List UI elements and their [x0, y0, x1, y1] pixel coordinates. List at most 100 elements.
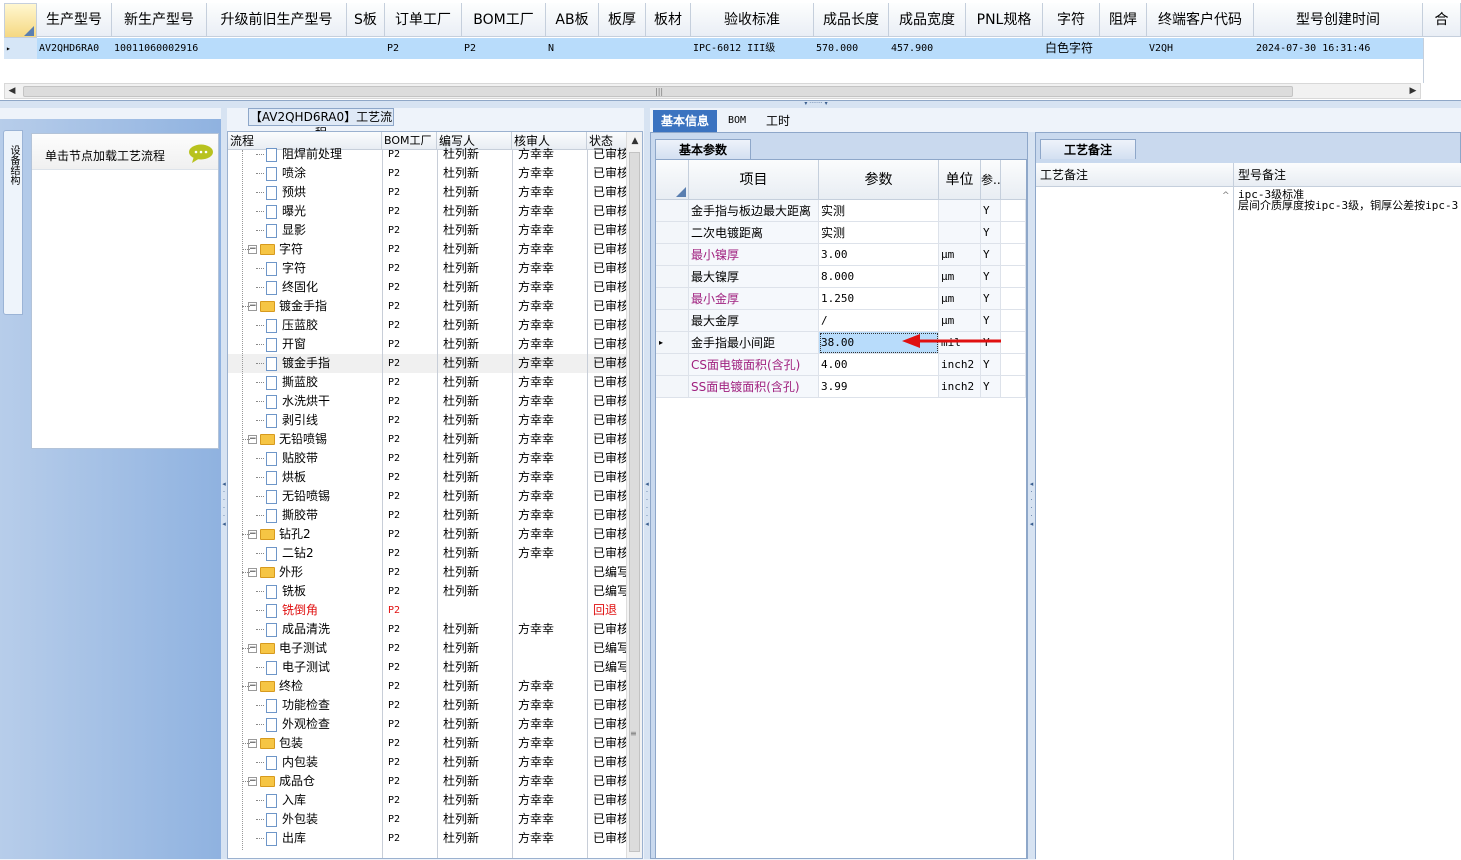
tree-node[interactable]: 电子测试	[266, 658, 380, 677]
tree-node[interactable]: 撕胶带	[266, 506, 380, 525]
tree-cell-status[interactable]: 已审核	[593, 468, 628, 487]
tree-cell-writer[interactable]: 杜列新	[443, 373, 508, 392]
scroll-up-icon[interactable]: ▲	[628, 134, 642, 148]
tree-cell-status[interactable]: 已审核	[593, 240, 628, 259]
tree-step-row[interactable]: 无铅喷锡 P2 杜列新 方幸幸 已审核	[228, 487, 628, 506]
tree-node[interactable]: 铣倒角	[266, 601, 380, 620]
tree-cell-writer[interactable]: 杜列新	[443, 202, 508, 221]
tree-cell-bom[interactable]: P2	[388, 449, 433, 468]
tree-folder-row[interactable]: − 外形 P2 杜列新 已编写	[228, 563, 628, 582]
tree-cell-status[interactable]: 已审核	[593, 430, 628, 449]
tree-node[interactable]: 开窗	[266, 335, 380, 354]
tree-cell-reviewer[interactable]	[518, 563, 583, 582]
notes-scroll-up-icon[interactable]: ^	[1222, 191, 1230, 201]
tree-cell-bom[interactable]: P2	[388, 677, 433, 696]
tree-node[interactable]: 剥引线	[266, 411, 380, 430]
tree-cell-bom[interactable]: P2	[388, 183, 433, 202]
tree-cell-reviewer[interactable]: 方幸幸	[518, 810, 583, 829]
tree-cell-status[interactable]: 已审核	[593, 335, 628, 354]
tree-cell-bom[interactable]: P2	[388, 563, 433, 582]
tree-cell-writer[interactable]: 杜列新	[443, 430, 508, 449]
tree-cell-reviewer[interactable]: 方幸幸	[518, 145, 583, 164]
tree-cell-bom[interactable]: P2	[388, 202, 433, 221]
col-old-model[interactable]: 升级前旧生产型号	[207, 3, 347, 37]
tree-cell-reviewer[interactable]: 方幸幸	[518, 753, 583, 772]
tree-cell-writer[interactable]: 杜列新	[443, 221, 508, 240]
cell-solder[interactable]	[1100, 38, 1147, 59]
cell-s-board[interactable]	[347, 38, 385, 59]
tree-cell-writer[interactable]: 杜列新	[443, 544, 508, 563]
tree-cell-reviewer[interactable]: 方幸幸	[518, 734, 583, 753]
tree-folder-row[interactable]: − 镀金手指 P2 杜列新 方幸幸 已审核	[228, 297, 628, 316]
tree-cell-bom[interactable]: P2	[388, 620, 433, 639]
col-model[interactable]: 生产型号	[37, 3, 112, 37]
cell-ab-board[interactable]: N	[546, 38, 599, 59]
tree-cell-writer[interactable]: 杜列新	[443, 411, 508, 430]
param-cell-value[interactable]: 4.00	[819, 354, 939, 376]
tree-cell-writer[interactable]: 杜列新	[443, 506, 508, 525]
tree-cell-bom[interactable]: P2	[388, 335, 433, 354]
tree-cell-writer[interactable]: 杜列新	[443, 582, 508, 601]
tree-cell-bom[interactable]: P2	[388, 487, 433, 506]
tree-vertical-scrollbar[interactable]: ▲ ≡	[626, 132, 642, 858]
tab-worktime[interactable]: 工时	[758, 110, 798, 132]
tree-folder-row[interactable]: − 字符 P2 杜列新 方幸幸 已审核	[228, 240, 628, 259]
tree-cell-reviewer[interactable]	[518, 658, 583, 677]
tree-step-row[interactable]: 电子测试 P2 杜列新 已编写	[228, 658, 628, 677]
tree-cell-bom[interactable]: P2	[388, 715, 433, 734]
tree-cell-reviewer[interactable]: 方幸幸	[518, 772, 583, 791]
tree-cell-reviewer[interactable]: 方幸幸	[518, 354, 583, 373]
tab-basic-params[interactable]: 基本参数	[655, 139, 751, 159]
tree-step-row[interactable]: 外包装 P2 杜列新 方幸幸 已审核	[228, 810, 628, 829]
tree-cell-status[interactable]: 已审核	[593, 544, 628, 563]
tree-cell-status[interactable]: 已审核	[593, 791, 628, 810]
cell-order-factory[interactable]: P2	[385, 38, 462, 59]
tree-folder-row[interactable]: − 电子测试 P2 杜列新 已编写	[228, 639, 628, 658]
tree-node[interactable]: − 外形	[248, 563, 378, 582]
tree-cell-writer[interactable]: 杜列新	[443, 145, 508, 164]
col-more[interactable]: 合	[1423, 3, 1461, 37]
row-indicator[interactable]: ▸	[4, 38, 37, 59]
tree-node[interactable]: 成品清洗	[266, 620, 380, 639]
tree-node[interactable]: 烘板	[266, 468, 380, 487]
tree-folder-row[interactable]: − 终检 P2 杜列新 方幸幸 已审核	[228, 677, 628, 696]
process-tree[interactable]: 流程 BOM工厂 编写人 核审人 状态 阻焊前处理 P2 杜列新 方幸幸 已审核 喷涂 P2…	[227, 131, 643, 859]
tree-cell-bom[interactable]: P2	[388, 240, 433, 259]
param-col-flag[interactable]: 参..	[981, 160, 1001, 200]
col-s-board[interactable]: S板	[347, 3, 385, 37]
tree-cell-bom[interactable]: P2	[388, 373, 433, 392]
tree-folder-row[interactable]: − 钻孔2 P2 杜列新 方幸幸 已审核	[228, 525, 628, 544]
param-cell-value[interactable]: 1.250	[819, 288, 939, 310]
tree-cell-status[interactable]: 已审核	[593, 183, 628, 202]
tree-cell-writer[interactable]: 杜列新	[443, 525, 508, 544]
tree-cell-reviewer[interactable]: 方幸幸	[518, 468, 583, 487]
tree-cell-reviewer[interactable]: 方幸幸	[518, 259, 583, 278]
tree-node[interactable]: 二钻2	[266, 544, 380, 563]
tree-cell-reviewer[interactable]: 方幸幸	[518, 240, 583, 259]
cell-material[interactable]	[646, 38, 691, 59]
tree-cell-status[interactable]: 已审核	[593, 810, 628, 829]
tree-cell-writer[interactable]: 杜列新	[443, 620, 508, 639]
tree-node[interactable]: − 字符	[248, 240, 378, 259]
tree-cell-bom[interactable]: P2	[388, 392, 433, 411]
tree-node[interactable]: 预烘	[266, 183, 380, 202]
param-col-unit[interactable]: 单位	[939, 160, 981, 200]
process-load-header[interactable]: 单击节点加载工艺流程	[32, 134, 218, 170]
tree-cell-reviewer[interactable]: 方幸幸	[518, 715, 583, 734]
tree-step-row[interactable]: 开窗 P2 杜列新 方幸幸 已审核	[228, 335, 628, 354]
tab-bom[interactable]: BOM	[720, 110, 754, 132]
tab-basic-info[interactable]: 基本信息	[653, 110, 717, 132]
tree-cell-writer[interactable]: 杜列新	[443, 335, 508, 354]
col-solder[interactable]: 阻焊	[1100, 3, 1147, 37]
cell-customer-code[interactable]: V2QH	[1147, 38, 1254, 59]
cell-model[interactable]: AV2QHD6RA0	[37, 38, 112, 59]
tree-cell-status[interactable]: 已审核	[593, 297, 628, 316]
param-row[interactable]: SS面电镀面积(含孔) 3.99 inch2 Y	[656, 376, 1026, 398]
tree-cell-reviewer[interactable]	[518, 601, 583, 620]
tree-cell-status[interactable]: 已审核	[593, 487, 628, 506]
tree-cell-writer[interactable]: 杜列新	[443, 449, 508, 468]
tree-cell-writer[interactable]: 杜列新	[443, 468, 508, 487]
tree-cell-reviewer[interactable]: 方幸幸	[518, 544, 583, 563]
tree-node[interactable]: − 无铅喷锡	[248, 430, 378, 449]
tree-step-row[interactable]: 撕胶带 P2 杜列新 方幸幸 已审核	[228, 506, 628, 525]
